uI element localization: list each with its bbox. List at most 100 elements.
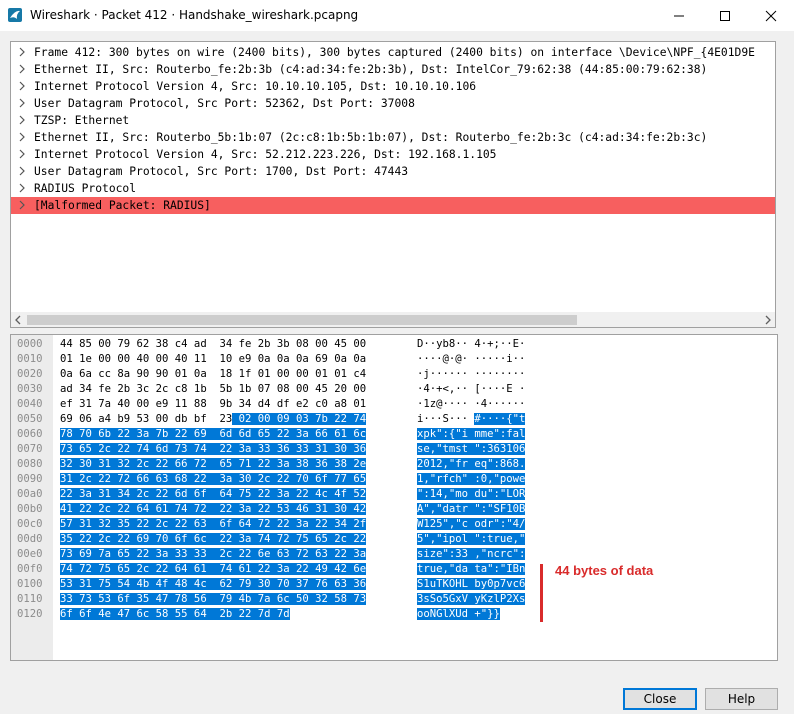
chevron-right-icon[interactable] — [17, 200, 27, 210]
tree-item[interactable]: Ethernet II, Src: Routerbo_fe:2b:3b (c4:… — [11, 61, 775, 78]
selected-bytes: 22 3a 31 34 2c 22 6d 6f 64 75 22 3a 22 4… — [60, 488, 367, 500]
chevron-right-icon[interactable] — [17, 47, 27, 57]
hex-bytes[interactable]: 33 73 53 6f 35 47 78 56 79 4b 7a 6c 50 3… — [60, 592, 367, 607]
hex-bytes[interactable]: ad 34 fe 2b 3c 2c c8 1b 5b 1b 07 08 00 4… — [60, 382, 366, 397]
maximize-icon — [720, 10, 730, 21]
ascii-text[interactable]: ":14,"mo du":"LOR — [417, 487, 526, 502]
hex-bytes[interactable]: 31 2c 22 72 66 63 68 22 3a 30 2c 22 70 6… — [60, 472, 367, 487]
ascii-text[interactable]: S1uTKOHL by0p7vc6 — [417, 577, 526, 592]
tree-item-label: [Malformed Packet: RADIUS] — [34, 199, 211, 212]
ascii-text[interactable]: ·4·+<,·· [····E · — [417, 382, 525, 397]
horizontal-scrollbar[interactable] — [11, 312, 775, 327]
ascii-text[interactable]: size":33 ,"ncrc": — [417, 547, 526, 562]
hex-bytes[interactable]: 69 06 a4 b9 53 00 db bf 23 02 00 09 03 7… — [60, 412, 367, 427]
hex-offset: 0120 — [17, 608, 43, 620]
selected-bytes: 3sSo5GxV yKzlP2Xs — [417, 593, 526, 605]
close-window-button[interactable] — [748, 0, 794, 31]
hex-offset: 0090 — [17, 473, 43, 485]
selected-bytes: 02 00 09 03 7b 22 74 — [232, 413, 367, 425]
chevron-right-icon[interactable] — [17, 64, 27, 74]
hex-bytes[interactable]: 53 31 75 54 4b 4f 48 4c 62 79 30 70 37 7… — [60, 577, 367, 592]
tree-item[interactable]: Ethernet II, Src: Routerbo_5b:1b:07 (2c:… — [11, 129, 775, 146]
hex-bytes[interactable]: 78 70 6b 22 3a 7b 22 69 6d 6d 65 22 3a 6… — [60, 427, 367, 442]
chevron-right-icon[interactable] — [17, 132, 27, 142]
hex-offset: 00a0 — [17, 488, 43, 500]
hex-bytes[interactable]: 32 30 31 32 2c 22 66 72 65 71 22 3a 38 3… — [60, 457, 367, 472]
tree-item[interactable]: User Datagram Protocol, Src Port: 52362,… — [11, 95, 775, 112]
hex-bytes[interactable]: 6f 6f 4e 47 6c 58 55 64 2b 22 7d 7d — [60, 607, 290, 622]
hex-row: 00b0 41 22 2c 22 64 61 74 72 22 3a 22 53 … — [11, 502, 777, 517]
hex-offset: 0080 — [17, 458, 43, 470]
ascii-text[interactable]: 2012,"fr eq":868. — [417, 457, 526, 472]
tree-item[interactable]: TZSP: Ethernet — [11, 112, 775, 129]
chevron-right-icon[interactable] — [17, 81, 27, 91]
ascii-text[interactable]: 5","ipol ":true," — [417, 532, 526, 547]
ascii-text[interactable]: i···S··· #····{"t — [417, 412, 526, 427]
hex-offset: 00b0 — [17, 503, 43, 515]
ascii-text[interactable]: ·j······ ········ — [417, 367, 525, 382]
ascii-text[interactable]: D··yb8·· 4·+;··E· — [417, 337, 525, 352]
chevron-right-icon[interactable] — [17, 183, 27, 193]
hex-bytes[interactable]: 0a 6a cc 8a 90 90 01 0a 18 1f 01 00 00 0… — [60, 367, 366, 382]
scroll-left-icon[interactable] — [14, 315, 22, 325]
minimize-icon — [674, 15, 684, 16]
hex-bytes[interactable]: 44 85 00 79 62 38 c4 ad 34 fe 2b 3b 08 0… — [60, 337, 366, 352]
maximize-button[interactable] — [702, 0, 748, 31]
ascii-text[interactable]: ····@·@· ·····i·· — [417, 352, 525, 367]
ascii-text[interactable]: ·1z@···· ·4······ — [417, 397, 525, 412]
chevron-right-icon[interactable] — [17, 149, 27, 159]
ascii-text[interactable]: ooNGlXUd +"}} — [417, 607, 500, 622]
close-button[interactable]: Close — [623, 688, 697, 710]
chevron-right-icon[interactable] — [17, 98, 27, 108]
selected-bytes: 57 31 32 35 22 2c 22 63 6f 64 72 22 3a 2… — [60, 518, 367, 530]
tree-item-label: Ethernet II, Src: Routerbo_fe:2b:3b (c4:… — [34, 63, 708, 76]
window-title: Wireshark · Packet 412 · Handshake_wires… — [30, 8, 359, 22]
hex-bytes[interactable]: 35 22 2c 22 69 70 6f 6c 22 3a 74 72 75 6… — [60, 532, 367, 547]
tree-item[interactable]: Internet Protocol Version 4, Src: 52.212… — [11, 146, 775, 163]
ascii-text[interactable]: true,"da ta":"IBn — [417, 562, 526, 577]
hex-row: 0090 31 2c 22 72 66 63 68 22 3a 30 2c 22 … — [11, 472, 777, 487]
selected-bytes: W125","c odr":"4/ — [417, 518, 526, 530]
selected-bytes: 73 65 2c 22 74 6d 73 74 22 3a 33 36 33 3… — [60, 443, 367, 455]
selected-bytes: 32 30 31 32 2c 22 66 72 65 71 22 3a 38 3… — [60, 458, 367, 470]
hex-bytes[interactable]: 22 3a 31 34 2c 22 6d 6f 64 75 22 3a 22 4… — [60, 487, 367, 502]
tree-item-label: User Datagram Protocol, Src Port: 1700, … — [34, 165, 409, 178]
hex-bytes[interactable]: 73 69 7a 65 22 3a 33 33 2c 22 6e 63 72 6… — [60, 547, 367, 562]
tree-item-label: Internet Protocol Version 4, Src: 10.10.… — [34, 80, 477, 93]
tree-item[interactable]: RADIUS Protocol — [11, 180, 775, 197]
tree-item[interactable]: [Malformed Packet: RADIUS] — [11, 197, 775, 214]
tree-item[interactable]: Internet Protocol Version 4, Src: 10.10.… — [11, 78, 775, 95]
hex-row: 0020 0a 6a cc 8a 90 90 01 0a 18 1f 01 00 … — [11, 367, 777, 382]
hex-offset: 0000 — [17, 338, 43, 350]
hex-bytes[interactable]: ef 31 7a 40 00 e9 11 88 9b 34 d4 df e2 c… — [60, 397, 366, 412]
hex-offset: 0100 — [17, 578, 43, 590]
chevron-right-icon[interactable] — [17, 115, 27, 125]
help-button[interactable]: Help — [705, 688, 778, 710]
hex-bytes[interactable]: 73 65 2c 22 74 6d 73 74 22 3a 33 36 33 3… — [60, 442, 367, 457]
hex-row: 00c0 57 31 32 35 22 2c 22 63 6f 64 72 22 … — [11, 517, 777, 532]
ascii-text[interactable]: A","datr ":"SF10B — [417, 502, 526, 517]
chevron-right-icon[interactable] — [17, 166, 27, 176]
selected-bytes: 6f 6f 4e 47 6c 58 55 64 2b 22 7d 7d — [60, 608, 290, 620]
hex-bytes[interactable]: 41 22 2c 22 64 61 74 72 22 3a 22 53 46 3… — [60, 502, 367, 517]
packet-details-tree[interactable]: Frame 412: 300 bytes on wire (2400 bits)… — [10, 41, 776, 328]
ascii-text[interactable]: se,"tmst ":363106 — [417, 442, 526, 457]
hex-row: 0010 01 1e 00 00 40 00 40 11 10 e9 0a 0a … — [11, 352, 777, 367]
hex-row: 0040 ef 31 7a 40 00 e9 11 88 9b 34 d4 df … — [11, 397, 777, 412]
hex-offset: 0070 — [17, 443, 43, 455]
hex-offset: 00d0 — [17, 533, 43, 545]
hex-bytes[interactable]: 57 31 32 35 22 2c 22 63 6f 64 72 22 3a 2… — [60, 517, 367, 532]
scrollbar-thumb[interactable] — [27, 315, 577, 325]
scroll-right-icon[interactable] — [764, 315, 772, 325]
tree-item[interactable]: Frame 412: 300 bytes on wire (2400 bits)… — [11, 44, 775, 61]
ascii-text[interactable]: 1,"rfch" :0,"powe — [417, 472, 526, 487]
packet-bytes-pane[interactable]: 0000 44 85 00 79 62 38 c4 ad 34 fe 2b 3b … — [10, 334, 778, 661]
tree-item[interactable]: User Datagram Protocol, Src Port: 1700, … — [11, 163, 775, 180]
hex-bytes[interactable]: 74 72 75 65 2c 22 64 61 74 61 22 3a 22 4… — [60, 562, 367, 577]
minimize-button[interactable] — [656, 0, 702, 31]
hex-bytes[interactable]: 01 1e 00 00 40 00 40 11 10 e9 0a 0a 0a 6… — [60, 352, 366, 367]
ascii-text[interactable]: W125","c odr":"4/ — [417, 517, 526, 532]
ascii-text[interactable]: 3sSo5GxV yKzlP2Xs — [417, 592, 526, 607]
selected-bytes: 1,"rfch" :0,"powe — [417, 473, 526, 485]
ascii-text[interactable]: xpk":{"i mme":fal — [417, 427, 526, 442]
